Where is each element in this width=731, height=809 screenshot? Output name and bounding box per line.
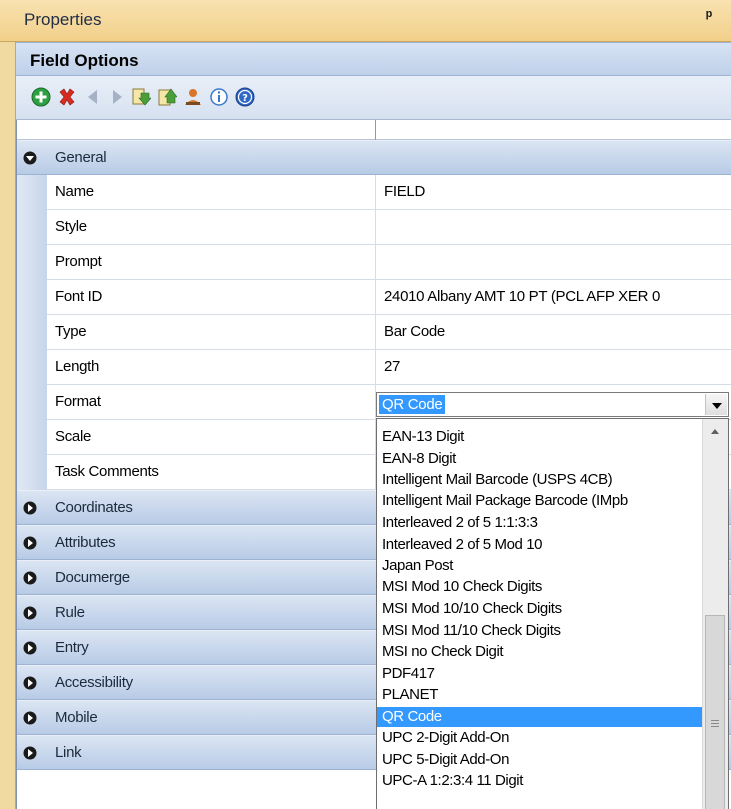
property-label: Scale xyxy=(55,428,92,445)
dropdown-scrollbar[interactable] xyxy=(702,419,728,809)
property-label: Task Comments xyxy=(55,463,159,480)
category-label: Entry xyxy=(55,639,89,656)
help-icon[interactable]: ? xyxy=(234,86,256,108)
expand-icon[interactable] xyxy=(23,676,37,690)
expand-icon[interactable] xyxy=(23,606,37,620)
category-label: Coordinates xyxy=(55,499,133,516)
format-combobox[interactable]: QR Code xyxy=(376,392,729,417)
add-icon[interactable] xyxy=(30,86,52,108)
dropdown-option[interactable]: Intelligent Mail Barcode (USPS 4CB) xyxy=(377,470,703,490)
dropdown-option[interactable]: MSI Mod 11/10 Check Digits xyxy=(377,621,703,641)
expand-icon[interactable] xyxy=(23,711,37,725)
category-label: Link xyxy=(55,744,82,761)
dropdown-option[interactable]: MSI Mod 10 Check Digits xyxy=(377,577,703,597)
dropdown-option[interactable]: Japan Post xyxy=(377,556,703,576)
dropdown-option[interactable]: MSI no Check Digit xyxy=(377,642,703,662)
delete-icon[interactable] xyxy=(56,86,78,108)
pin-icon[interactable]: ᵖ xyxy=(706,8,712,26)
dropdown-option[interactable]: Interleaved 2 of 5 Mod 10 xyxy=(377,535,703,555)
property-row-font-id[interactable]: Font ID 24010 Albany AMT 10 PT (PCL AFP … xyxy=(17,280,731,315)
category-label: Rule xyxy=(55,604,85,621)
scrollbar-thumb[interactable] xyxy=(705,615,725,809)
property-row-prompt[interactable]: Prompt xyxy=(17,245,731,280)
category-label: Accessibility xyxy=(55,674,133,691)
expand-icon[interactable] xyxy=(23,641,37,655)
property-value[interactable]: 24010 Albany AMT 10 PT (PCL AFP XER 0 xyxy=(384,288,660,305)
field-options-header: Field Options xyxy=(16,42,731,76)
expand-icon[interactable] xyxy=(23,571,37,585)
grip-icon xyxy=(711,720,719,727)
property-row-length[interactable]: Length 27 xyxy=(17,350,731,385)
dropdown-option[interactable]: PDF417 xyxy=(377,664,703,684)
left-rail xyxy=(0,42,16,809)
panel-title: Properties xyxy=(24,10,102,29)
property-label: Length xyxy=(55,358,100,375)
property-label: Name xyxy=(55,183,94,200)
dropdown-arrow-icon[interactable] xyxy=(705,394,727,415)
svg-text:?: ? xyxy=(242,93,248,104)
property-row-type[interactable]: Type Bar Code xyxy=(17,315,731,350)
grid-header xyxy=(17,120,731,140)
move-down-icon[interactable] xyxy=(130,86,152,108)
dropdown-option[interactable]: UPC 2-Digit Add-On xyxy=(377,728,703,748)
category-general[interactable]: General xyxy=(17,140,731,175)
toolbar: ? xyxy=(16,76,731,120)
category-label: Mobile xyxy=(55,709,98,726)
property-row-style[interactable]: Style xyxy=(17,210,731,245)
arrow-left-icon[interactable] xyxy=(82,86,104,108)
property-value[interactable]: FIELD xyxy=(384,183,425,200)
user-icon[interactable] xyxy=(182,86,204,108)
move-up-icon[interactable] xyxy=(156,86,178,108)
collapse-icon[interactable] xyxy=(23,151,37,165)
property-value[interactable]: Bar Code xyxy=(384,323,445,340)
category-label: General xyxy=(55,149,107,166)
properties-titlebar: Properties ᵖ xyxy=(0,0,731,42)
format-dropdown-list[interactable]: EAN-13 Digit EAN-8 Digit Intelligent Mai… xyxy=(376,418,729,809)
dropdown-option-selected[interactable]: QR Code xyxy=(377,707,703,727)
expand-icon[interactable] xyxy=(23,536,37,550)
expand-icon[interactable] xyxy=(23,501,37,515)
property-value[interactable]: 27 xyxy=(384,358,400,375)
dropdown-option[interactable]: UPC 5-Digit Add-On xyxy=(377,750,703,770)
property-label: Font ID xyxy=(55,288,103,305)
dropdown-option[interactable]: MSI Mod 10/10 Check Digits xyxy=(377,599,703,619)
dropdown-option[interactable]: PLANET xyxy=(377,685,703,705)
property-label: Format xyxy=(55,393,101,410)
info-icon[interactable] xyxy=(208,86,230,108)
arrow-right-icon[interactable] xyxy=(106,86,128,108)
property-label: Style xyxy=(55,218,87,235)
dropdown-option[interactable]: EAN-13 Digit xyxy=(377,427,703,447)
field-options-title: Field Options xyxy=(30,51,139,70)
dropdown-option[interactable]: UPC-A 1:2:3:4 11 Digit xyxy=(377,771,703,791)
format-selected-value[interactable]: QR Code xyxy=(379,395,446,414)
property-label: Type xyxy=(55,323,87,340)
category-label: Documerge xyxy=(55,569,130,586)
dropdown-option[interactable]: Interleaved 2 of 5 1:1:3:3 xyxy=(377,513,703,533)
property-label: Prompt xyxy=(55,253,102,270)
property-row-name[interactable]: Name FIELD xyxy=(17,175,731,210)
column-splitter[interactable] xyxy=(375,120,376,140)
expand-icon[interactable] xyxy=(23,746,37,760)
dropdown-option[interactable]: Intelligent Mail Package Barcode (IMpb xyxy=(377,491,703,511)
dropdown-option[interactable]: EAN-8 Digit xyxy=(377,449,703,469)
category-label: Attributes xyxy=(55,534,116,551)
scroll-up-icon[interactable] xyxy=(703,419,728,445)
